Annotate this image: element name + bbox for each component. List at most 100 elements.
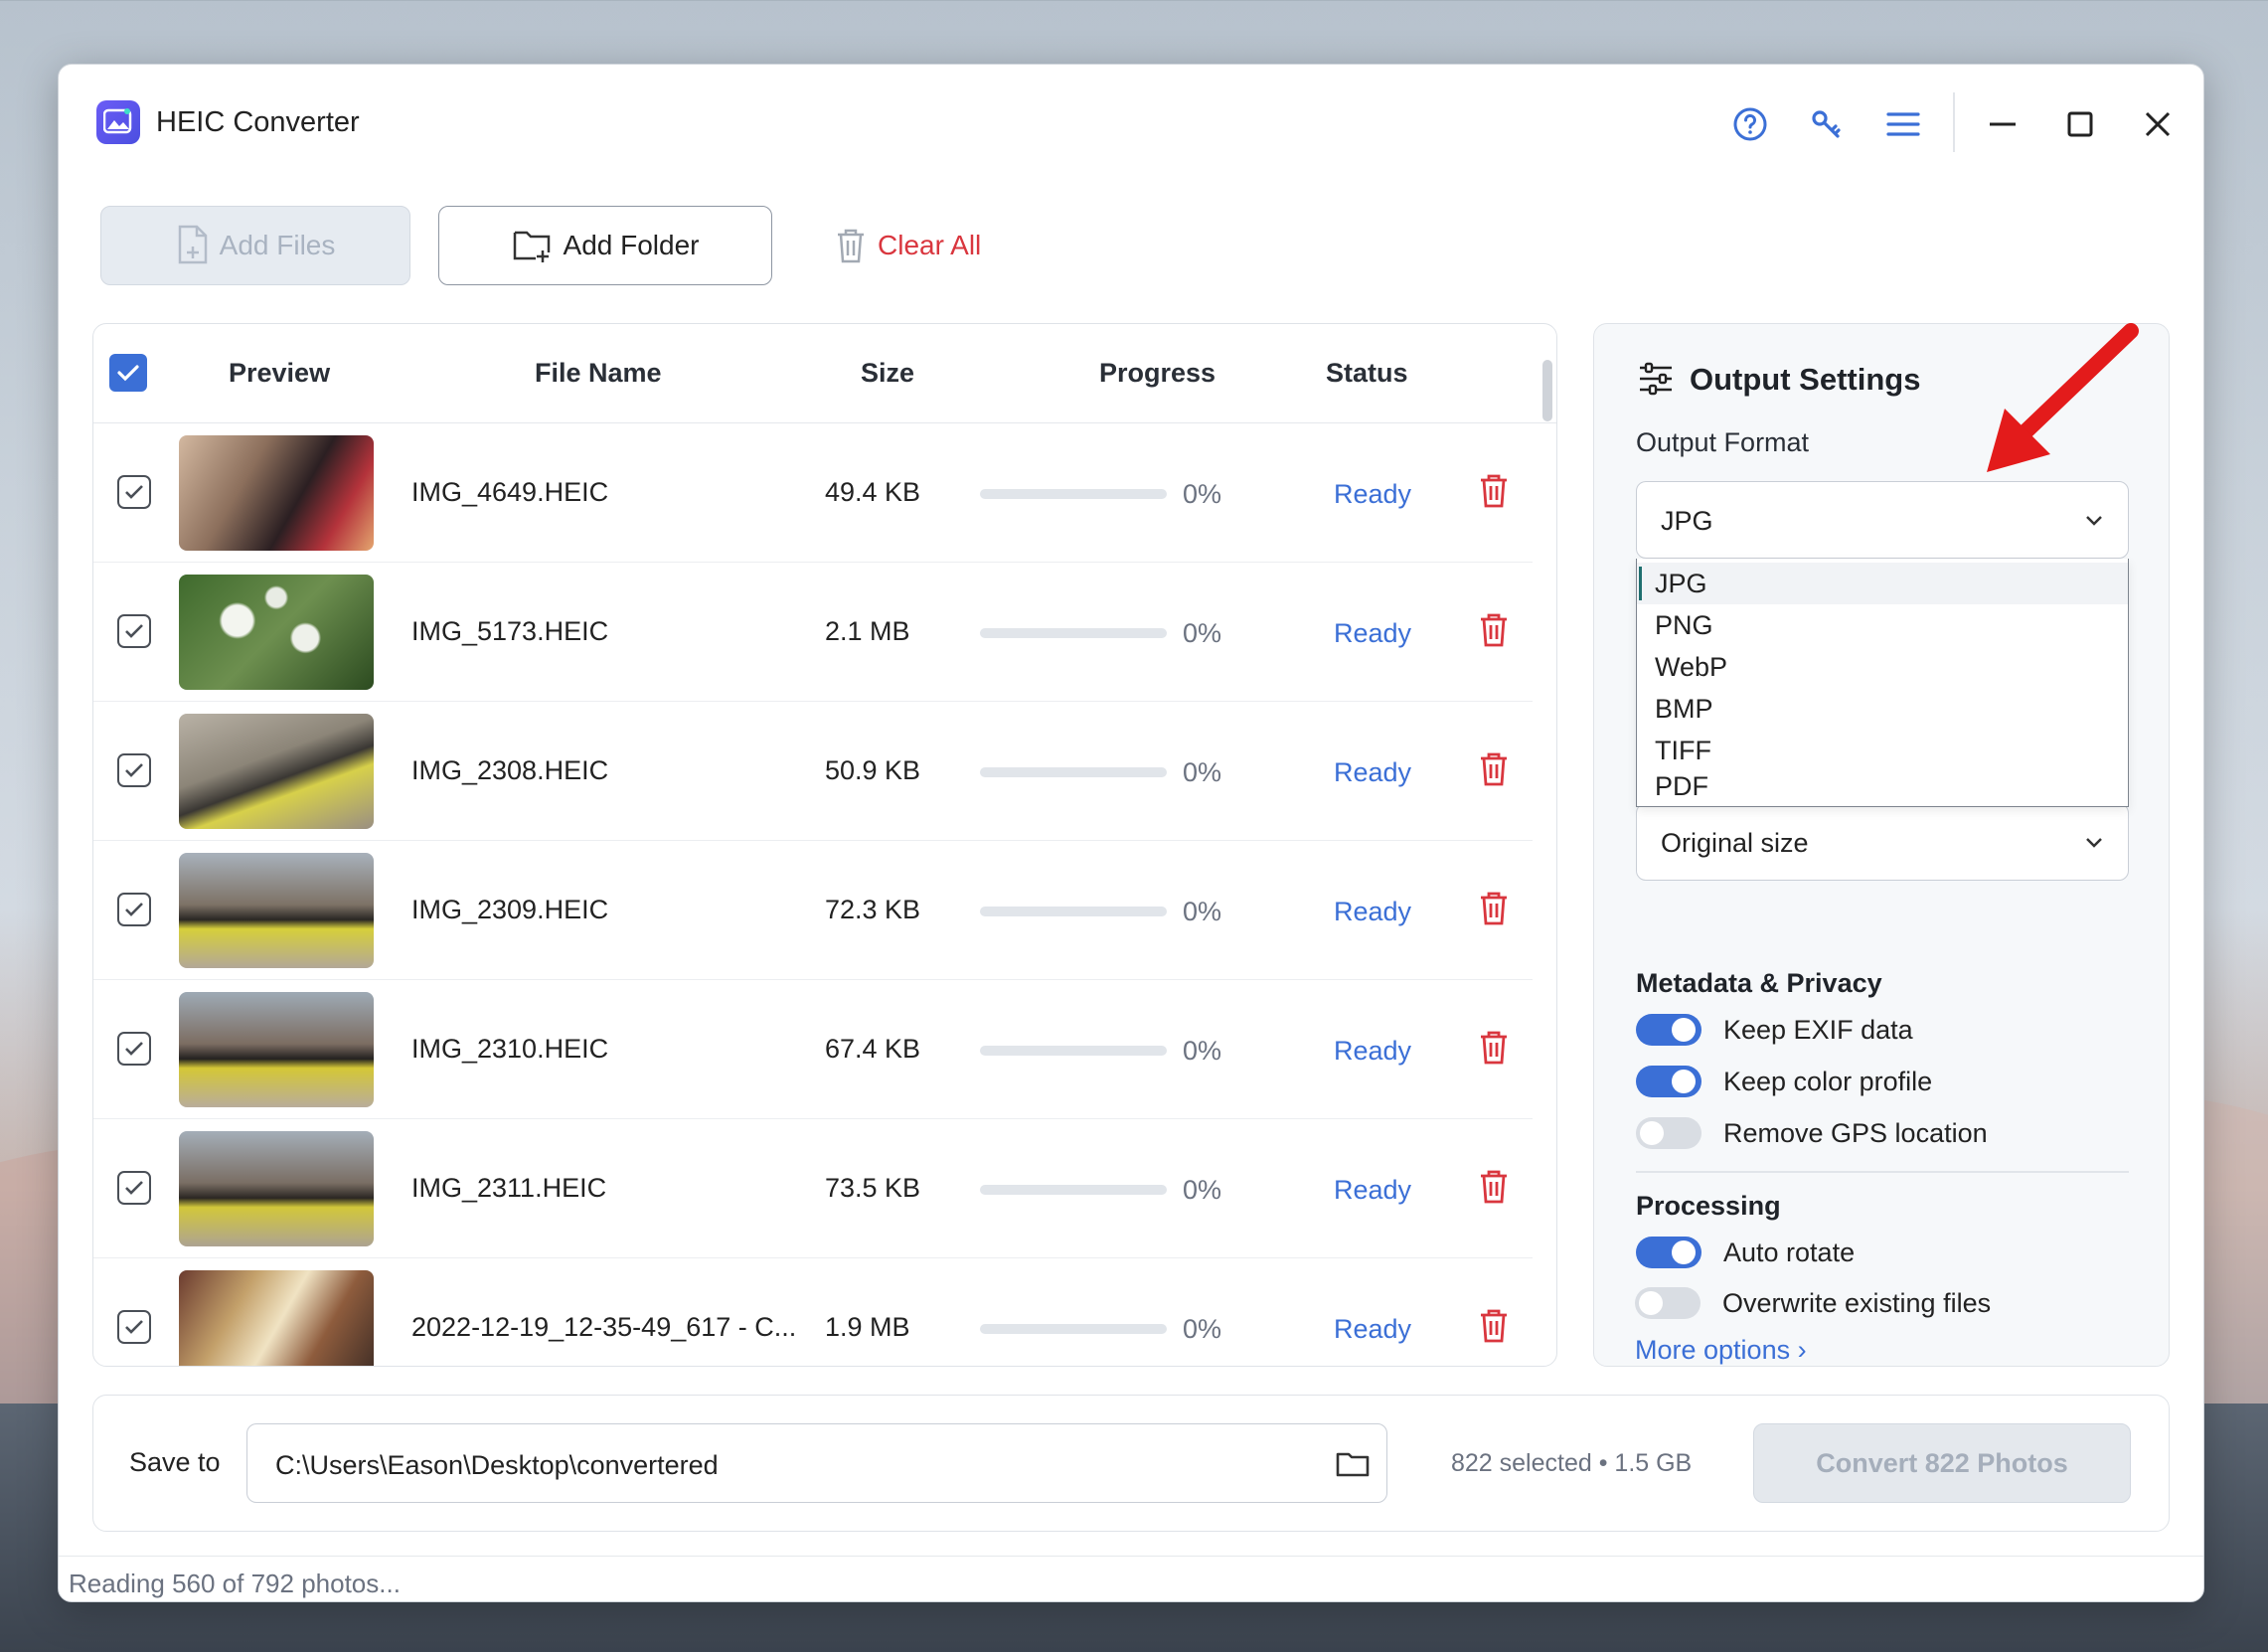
check-icon: [125, 1320, 143, 1334]
clear-all-button[interactable]: Clear All: [834, 206, 1013, 285]
format-option-png[interactable]: PNG: [1637, 604, 2128, 646]
annotation-arrow-icon: [1987, 323, 2139, 472]
preview-thumbnail: [179, 853, 374, 968]
app-logo-icon: [96, 100, 140, 144]
menu-icon[interactable]: [1881, 102, 1925, 146]
status-text: Ready: [1334, 618, 1412, 648]
status-text: Ready: [1334, 1036, 1412, 1066]
metadata-heading: Metadata & Privacy: [1636, 968, 1882, 998]
table-row[interactable]: IMG_2311.HEIC 73.5 KB 0% Ready: [93, 1119, 1533, 1258]
table-row[interactable]: 2022-12-19_12-35-49_617 - C... 1.9 MB 0%…: [93, 1258, 1533, 1366]
progress-percent: 0%: [1183, 1314, 1222, 1344]
browse-folder-icon[interactable]: [1333, 1444, 1373, 1484]
progress-bar: [980, 489, 1167, 499]
progress-percent: 0%: [1183, 479, 1222, 509]
status-bar: Reading 560 of 792 photos...: [59, 1556, 2203, 1601]
processing-heading: Processing: [1636, 1191, 1781, 1221]
keep-color-toggle[interactable]: [1636, 1066, 1701, 1097]
list-header: Preview File Name Size Progress Status: [93, 324, 1556, 423]
progress-bar: [980, 628, 1167, 638]
convert-button[interactable]: Convert 822 Photos: [1753, 1423, 2131, 1503]
output-format-value: JPG: [1661, 506, 1713, 536]
chevron-down-icon: [2086, 838, 2102, 848]
close-icon[interactable]: [2136, 102, 2180, 146]
minimize-icon[interactable]: [1981, 102, 2025, 146]
delete-row-icon[interactable]: [1477, 1030, 1513, 1066]
file-list-panel: Preview File Name Size Progress Status I…: [92, 323, 1557, 1367]
col-file-name: File Name: [535, 358, 662, 388]
app-window: HEIC Converter Add Files Add Folder Clea…: [58, 64, 2204, 1602]
check-icon: [125, 763, 143, 777]
delete-row-icon[interactable]: [1477, 1308, 1513, 1344]
resize-select[interactable]: Original size: [1636, 803, 2129, 881]
format-option-webp[interactable]: WebP: [1637, 646, 2128, 688]
file-size: 73.5 KB: [825, 1173, 921, 1203]
table-row[interactable]: IMG_2310.HEIC 67.4 KB 0% Ready: [93, 980, 1533, 1119]
row-checkbox[interactable]: [117, 1171, 151, 1205]
file-name: IMG_2309.HEIC: [411, 895, 609, 924]
delete-row-icon[interactable]: [1477, 891, 1513, 926]
delete-row-icon[interactable]: [1477, 751, 1513, 787]
check-icon: [125, 624, 143, 638]
maximize-icon[interactable]: [2058, 102, 2102, 146]
overwrite-toggle[interactable]: [1635, 1287, 1701, 1319]
row-checkbox[interactable]: [117, 1310, 151, 1344]
table-row[interactable]: IMG_5173.HEIC 2.1 MB 0% Ready: [93, 563, 1533, 702]
file-size: 72.3 KB: [825, 895, 921, 924]
col-size: Size: [861, 358, 915, 388]
add-files-label: Add Files: [219, 230, 336, 260]
select-all-checkbox[interactable]: [109, 354, 147, 392]
add-folder-button[interactable]: Add Folder: [438, 206, 772, 285]
col-status: Status: [1326, 358, 1408, 388]
progress-bar: [980, 767, 1167, 777]
file-name: IMG_2310.HEIC: [411, 1034, 609, 1064]
keep-color-row: Keep color profile: [1636, 1062, 1932, 1101]
file-name: IMG_2308.HEIC: [411, 755, 609, 785]
trash-icon: [838, 229, 864, 263]
format-option-bmp[interactable]: BMP: [1637, 688, 2128, 730]
check-icon: [125, 1042, 143, 1056]
file-size: 50.9 KB: [825, 755, 921, 785]
format-option-jpg[interactable]: JPG: [1637, 563, 2128, 604]
row-checkbox[interactable]: [117, 475, 151, 509]
row-checkbox[interactable]: [117, 893, 151, 926]
output-format-label: Output Format: [1636, 427, 1810, 457]
auto-rotate-toggle[interactable]: [1636, 1237, 1701, 1268]
progress-percent: 0%: [1183, 897, 1222, 926]
check-icon: [125, 485, 143, 499]
preview-thumbnail: [179, 992, 374, 1107]
table-row[interactable]: IMG_2308.HEIC 50.9 KB 0% Ready: [93, 702, 1533, 841]
preview-thumbnail: [179, 575, 374, 690]
remove-gps-toggle[interactable]: [1636, 1117, 1701, 1149]
save-bar: Save to C:\Users\Eason\Desktop\converter…: [92, 1395, 2170, 1532]
chevron-down-icon: [2086, 516, 2102, 526]
add-files-button[interactable]: Add Files: [100, 206, 410, 285]
row-checkbox[interactable]: [117, 1032, 151, 1066]
preview-thumbnail: [179, 1131, 374, 1246]
output-format-select[interactable]: JPG: [1636, 481, 2129, 559]
row-checkbox[interactable]: [117, 614, 151, 648]
delete-row-icon[interactable]: [1477, 473, 1513, 509]
remove-gps-label: Remove GPS location: [1723, 1117, 1988, 1148]
key-icon[interactable]: [1804, 102, 1848, 146]
delete-row-icon[interactable]: [1477, 1169, 1513, 1205]
more-options-link[interactable]: More options ›: [1635, 1335, 1807, 1366]
check-icon: [117, 365, 139, 382]
delete-row-icon[interactable]: [1477, 612, 1513, 648]
auto-rotate-label: Auto rotate: [1723, 1237, 1856, 1267]
save-path-value: C:\Users\Eason\Desktop\convertered: [275, 1450, 719, 1480]
row-checkbox[interactable]: [117, 753, 151, 787]
save-path-field[interactable]: C:\Users\Eason\Desktop\convertered: [246, 1423, 1387, 1503]
help-icon[interactable]: [1728, 102, 1772, 146]
format-option-pdf[interactable]: PDF: [1637, 765, 2128, 807]
scrollbar-thumb[interactable]: [1542, 360, 1552, 421]
settings-title: Output Settings: [1690, 362, 1921, 397]
status-text: Ready: [1334, 1175, 1412, 1205]
file-name: IMG_5173.HEIC: [411, 616, 609, 646]
table-row[interactable]: IMG_4649.HEIC 49.4 KB 0% Ready: [93, 423, 1533, 563]
clear-all-label: Clear All: [878, 230, 982, 260]
file-size: 1.9 MB: [825, 1312, 910, 1342]
preview-thumbnail: [179, 435, 374, 551]
keep-exif-toggle[interactable]: [1636, 1014, 1701, 1046]
table-row[interactable]: IMG_2309.HEIC 72.3 KB 0% Ready: [93, 841, 1533, 980]
